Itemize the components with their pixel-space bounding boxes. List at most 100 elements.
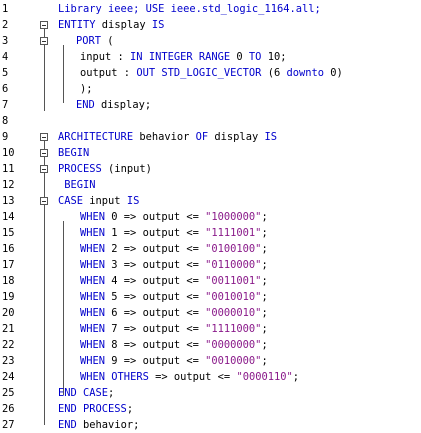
collapse-icon[interactable] [40, 149, 48, 157]
string-token: "0010000" [205, 355, 262, 367]
string-token: "0000010" [205, 307, 262, 319]
text-token: 1 => output <= [105, 227, 206, 239]
string-token: "0110000" [205, 259, 262, 271]
code-line[interactable]: 24 WHEN OTHERS => output <= "0000110"; [0, 369, 421, 385]
code-editor[interactable]: 1 Library ieee; USE ieee.std_logic_1164.a… [0, 0, 421, 433]
keyword-token: OTHERS [111, 371, 149, 383]
line-number: 20 [2, 307, 15, 319]
text-token: 4 => output <= [105, 275, 206, 287]
collapse-icon[interactable] [40, 133, 48, 141]
line-number: 4 [2, 51, 9, 63]
code-line[interactable]: 15 WHEN 1 => output <= "1111001"; [0, 225, 421, 241]
text-token: input : [80, 51, 131, 63]
text-token: display; [94, 99, 152, 111]
text-token: display [208, 131, 265, 143]
text-token: ; [108, 387, 115, 399]
keyword-token: OF [195, 131, 209, 143]
line-number: 24 [2, 371, 15, 383]
code-line[interactable]: 21 WHEN 7 => output <= "1111000"; [0, 321, 421, 337]
code-text: PORT ( [76, 33, 114, 49]
string-token: "0000110" [236, 371, 293, 383]
code-text: ARCHITECTURE behavior OF display IS [58, 129, 277, 145]
code-line[interactable]: 25 END CASE; [0, 385, 421, 401]
keyword-token: WHEN [80, 323, 106, 335]
code-line[interactable]: 5 output : OUT STD_LOGIC_VECTOR (6 downto… [0, 65, 421, 81]
code-line[interactable]: 2 ENTITY display IS [0, 17, 421, 33]
code-line[interactable]: 19 WHEN 5 => output <= "0010010"; [0, 289, 421, 305]
code-line[interactable]: 12 BEGIN [0, 177, 421, 193]
line-number: 15 [2, 227, 15, 239]
code-text: WHEN 1 => output <= "1111001"; [80, 225, 268, 241]
text-token: ; [261, 307, 268, 319]
keyword-token: WHEN [80, 243, 106, 255]
code-line[interactable]: 13 CASE input IS [0, 193, 421, 209]
code-line[interactable]: 20 WHEN 6 => output <= "0000010"; [0, 305, 421, 321]
text-token: 10; [261, 51, 287, 63]
text-token: 0) [324, 67, 343, 79]
string-token: "0000000" [205, 339, 262, 351]
text-token: output : [80, 67, 137, 79]
keyword-token: WHEN [80, 371, 106, 383]
text-token: ; [261, 275, 268, 287]
keyword-token: ENTITY [58, 19, 96, 31]
keyword-token: WHEN [80, 227, 106, 239]
code-line[interactable]: 23 WHEN 9 => output <= "0010000"; [0, 353, 421, 369]
code-line[interactable]: 1 Library ieee; USE ieee.std_logic_1164.a… [0, 1, 421, 17]
line-number: 16 [2, 243, 15, 255]
line-number: 3 [2, 35, 9, 47]
code-line[interactable]: 17 WHEN 3 => output <= "0110000"; [0, 257, 421, 273]
code-line[interactable]: 18 WHEN 4 => output <= "0011001"; [0, 273, 421, 289]
collapse-icon[interactable] [40, 197, 48, 205]
keyword-token: IS [151, 19, 165, 31]
text-token: 7 => output <= [105, 323, 206, 335]
text-token: ; [126, 403, 134, 415]
code-line[interactable]: 14 WHEN 0 => output <= "1000000"; [0, 209, 421, 225]
collapse-icon[interactable] [40, 21, 48, 29]
line-number: 12 [2, 179, 15, 191]
code-line[interactable]: 10 BEGIN [0, 145, 421, 161]
code-text: output : OUT STD_LOGIC_VECTOR (6 downto … [80, 65, 343, 81]
code-line[interactable]: 3 PORT ( [0, 33, 421, 49]
code-line[interactable]: 8 [0, 113, 421, 129]
keyword-token: IS [264, 131, 277, 143]
keyword-token: WHEN [80, 259, 106, 271]
code-line[interactable]: 26 END PROCESS; [0, 401, 421, 417]
code-text: CASE input IS [58, 193, 139, 209]
collapse-icon[interactable] [40, 165, 48, 173]
line-number: 10 [2, 147, 15, 159]
text-token: 6 => output <= [105, 307, 206, 319]
line-number: 7 [2, 99, 9, 111]
string-token: "1111000" [205, 323, 262, 335]
keyword-token: IS [126, 195, 140, 207]
code-text: END display; [76, 97, 151, 113]
text-token: 0 [230, 51, 249, 63]
code-line[interactable]: 7 END display; [0, 97, 421, 113]
keyword-token: IN INTEGER RANGE [130, 51, 231, 63]
text-token: ; [261, 211, 268, 223]
line-number: 22 [2, 339, 15, 351]
text-token: ; [261, 259, 268, 271]
text-token: ; [261, 355, 268, 367]
line-number: 25 [2, 387, 15, 399]
keyword-token: WHEN [80, 355, 106, 367]
line-number: 8 [2, 115, 9, 127]
code-line[interactable]: 27 END behavior; [0, 417, 421, 433]
code-line[interactable]: 11 PROCESS (input) [0, 161, 421, 177]
code-line[interactable]: 6); [0, 81, 421, 97]
keyword-token: WHEN [80, 307, 106, 319]
line-number: 11 [2, 163, 15, 175]
text-token: ); [80, 83, 93, 95]
code-line[interactable]: 16 WHEN 2 => output <= "0100100"; [0, 241, 421, 257]
code-line[interactable]: 9 ARCHITECTURE behavior OF display IS [0, 129, 421, 145]
collapse-icon[interactable] [40, 37, 48, 45]
code-line[interactable]: 4 input : IN INTEGER RANGE 0 TO 10; [0, 49, 421, 65]
text-token: 8 => output <= [105, 339, 206, 351]
code-line[interactable]: 22 WHEN 8 => output <= "0000000"; [0, 337, 421, 353]
line-number: 14 [2, 211, 15, 223]
text-token: display [95, 19, 152, 31]
line-number: 1 [2, 3, 9, 15]
text-token: 0 => output <= [105, 211, 206, 223]
text-token: => output <= [148, 371, 237, 383]
text-token: ; [261, 227, 268, 239]
text-token: ; [261, 339, 268, 351]
